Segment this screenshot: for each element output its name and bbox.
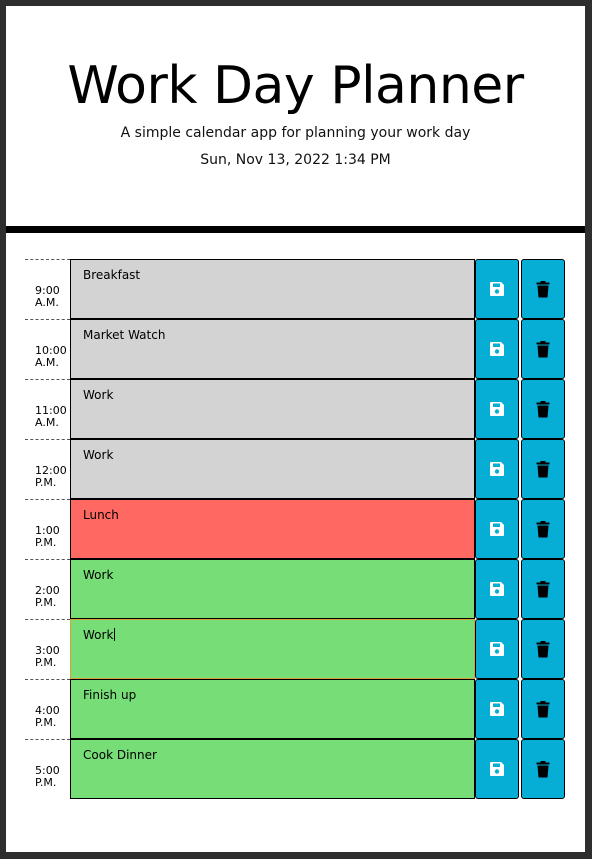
text-caret [114, 628, 116, 641]
time-block-row: 1:00 P.M. Lunch [6, 499, 585, 559]
hour-label: 4:00 P.M. [25, 679, 70, 739]
delete-button[interactable] [521, 259, 565, 319]
event-description-text: Work [83, 568, 114, 582]
hour-label: 9:00 A.M. [25, 259, 70, 319]
save-button[interactable] [475, 319, 519, 379]
delete-button[interactable] [521, 319, 565, 379]
event-description-text: Work [83, 448, 114, 462]
event-description-text: Work [83, 628, 114, 642]
event-description-textarea[interactable]: Breakfast [70, 259, 475, 319]
floppy-disk-icon [489, 341, 505, 357]
hour-label: 11:00 A.M. [25, 379, 70, 439]
trash-icon [536, 280, 550, 298]
time-block-row: 12:00 P.M. Work [6, 439, 585, 499]
trash-icon [536, 640, 550, 658]
event-description-text: Lunch [83, 508, 119, 522]
delete-button[interactable] [521, 439, 565, 499]
page: Work Day Planner A simple calendar app f… [6, 6, 585, 852]
save-button[interactable] [475, 499, 519, 559]
delete-button[interactable] [521, 739, 565, 799]
trash-icon [536, 700, 550, 718]
save-button[interactable] [475, 379, 519, 439]
event-description-text: Work [83, 388, 114, 402]
event-description-text: Finish up [83, 688, 137, 702]
event-description-textarea[interactable]: Cook Dinner [70, 739, 475, 799]
trash-icon [536, 520, 550, 538]
delete-button[interactable] [521, 379, 565, 439]
event-description-text: Cook Dinner [83, 748, 157, 762]
delete-button[interactable] [521, 559, 565, 619]
floppy-disk-icon [489, 581, 505, 597]
page-title: Work Day Planner [67, 56, 524, 116]
event-description-textarea[interactable]: Work [70, 559, 475, 619]
event-description-textarea[interactable]: Lunch [70, 499, 475, 559]
event-description-text: Breakfast [83, 268, 141, 282]
hour-label: 2:00 P.M. [25, 559, 70, 619]
floppy-disk-icon [489, 521, 505, 537]
hour-label: 3:00 P.M. [25, 619, 70, 679]
event-description-textarea[interactable]: Work [70, 379, 475, 439]
floppy-disk-icon [489, 701, 505, 717]
save-button[interactable] [475, 619, 519, 679]
floppy-disk-icon [489, 401, 505, 417]
trash-icon [536, 760, 550, 778]
event-description-textarea[interactable]: Market Watch [70, 319, 475, 379]
time-block-row: 3:00 P.M. Work [6, 619, 585, 679]
trash-icon [536, 460, 550, 478]
header: Work Day Planner A simple calendar app f… [6, 6, 585, 226]
page-subtitle: A simple calendar app for planning your … [120, 125, 471, 141]
save-button[interactable] [475, 259, 519, 319]
event-description-text: Market Watch [83, 328, 166, 342]
floppy-disk-icon [489, 461, 505, 477]
time-block-row: 5:00 P.M. Cook Dinner [6, 739, 585, 799]
delete-button[interactable] [521, 679, 565, 739]
time-block-row: 2:00 P.M. Work [6, 559, 585, 619]
save-button[interactable] [475, 739, 519, 799]
time-block-row: 9:00 A.M. Breakfast [6, 259, 585, 319]
event-description-textarea[interactable]: Work [70, 439, 475, 499]
hour-label: 5:00 P.M. [25, 739, 70, 799]
header-divider [6, 226, 585, 233]
trash-icon [536, 340, 550, 358]
time-block-row: 4:00 P.M. Finish up [6, 679, 585, 739]
event-description-textarea[interactable]: Work [70, 619, 475, 679]
save-button[interactable] [475, 559, 519, 619]
save-button[interactable] [475, 439, 519, 499]
time-block-row: 10:00 A.M. Market Watch [6, 319, 585, 379]
hour-label: 12:00 P.M. [25, 439, 70, 499]
current-datetime: Sun, Nov 13, 2022 1:34 PM [200, 152, 391, 168]
floppy-disk-icon [489, 641, 505, 657]
hour-label: 10:00 A.M. [25, 319, 70, 379]
delete-button[interactable] [521, 619, 565, 679]
time-block-row: 11:00 A.M. Work [6, 379, 585, 439]
trash-icon [536, 580, 550, 598]
hour-label: 1:00 P.M. [25, 499, 70, 559]
event-description-textarea[interactable]: Finish up [70, 679, 475, 739]
save-button[interactable] [475, 679, 519, 739]
floppy-disk-icon [489, 281, 505, 297]
delete-button[interactable] [521, 499, 565, 559]
trash-icon [536, 400, 550, 418]
floppy-disk-icon [489, 761, 505, 777]
